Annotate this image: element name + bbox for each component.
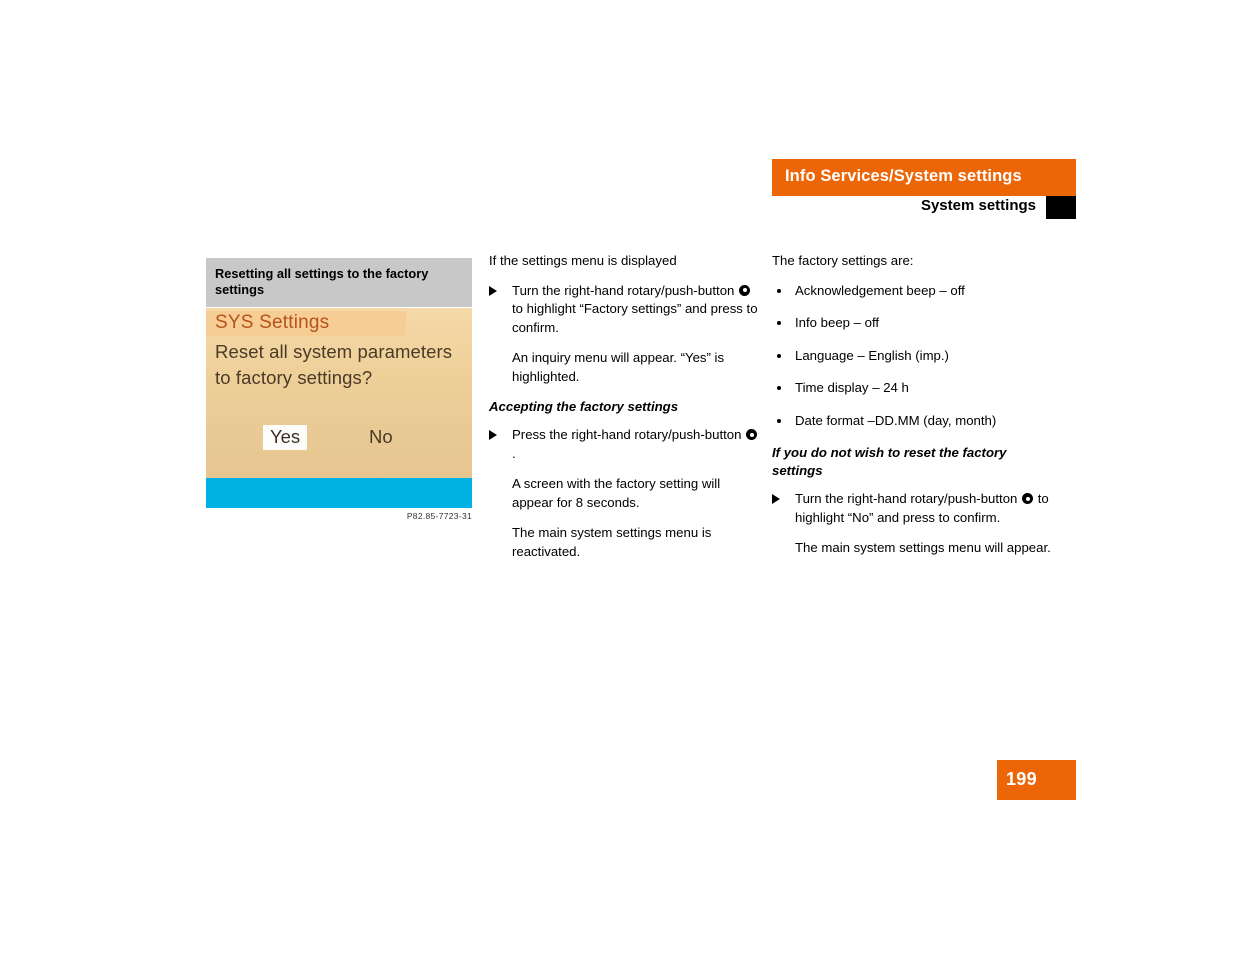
bullet-dot-icon: [777, 321, 781, 325]
bullet-dot-icon: [777, 386, 781, 390]
list-item-label: Acknowledgement beep – off: [795, 282, 965, 298]
middle-step-1: Turn the right-hand rotary/push-button t…: [489, 282, 761, 338]
right-subheading: If you do not wish to reset the factory …: [772, 445, 1007, 478]
middle-step-2: Press the right-hand rotary/push-button …: [489, 426, 761, 463]
list-item-label: Info beep – off: [795, 315, 880, 330]
sys-screen-no-button[interactable]: No: [369, 426, 393, 448]
page-number: 199: [1006, 769, 1037, 789]
sys-screen-yes-button[interactable]: Yes: [263, 425, 308, 450]
list-item-label: Language – English (imp.): [795, 347, 949, 363]
sys-settings-screen-figure: SYS Settings Reset all system parameters…: [206, 308, 472, 508]
rotary-push-button-icon: [739, 284, 751, 296]
sys-screen-bottom-bar: [206, 478, 472, 508]
bullet-dot-icon: [777, 288, 781, 293]
right-column: The factory settings are: Acknowledgemen…: [772, 252, 1052, 570]
bullet-dot-icon: [777, 353, 781, 358]
list-item: Language – English (imp.): [772, 347, 1052, 366]
right-intro-text: The factory settings are:: [772, 253, 914, 268]
middle-subheading: Accepting the factory settings: [489, 399, 679, 414]
right-step-1-text-part1: Turn the right-hand rotary/push-button: [795, 491, 1018, 506]
list-item: Info beep – off: [772, 314, 1052, 333]
right-step-1: Turn the right-hand rotary/push-button t…: [772, 490, 1052, 527]
section-heading-text: Resetting all settings to the factory se…: [215, 266, 429, 297]
right-step-1-note: The main system settings menu will appea…: [795, 540, 1051, 555]
factory-settings-list: Acknowledgement beep – off Info beep – o…: [772, 282, 1052, 431]
middle-step-1-note: An inquiry menu will appear. “Yes” is hi…: [512, 350, 725, 384]
triangle-bullet-icon: [772, 494, 780, 504]
sys-screen-yes-label: Yes: [270, 426, 301, 447]
rotary-push-button-icon: [746, 429, 758, 440]
list-item-label: Date format –DD.MM (day, month): [795, 412, 997, 428]
section-tab-marker: [1046, 196, 1076, 219]
list-item: Date format –DD.MM (day, month): [772, 412, 1052, 431]
middle-step-2-note-1: A screen with the factory setting will a…: [512, 476, 721, 510]
middle-intro-text: If the settings menu is displayed: [489, 253, 677, 268]
bullet-dot-icon: [777, 418, 781, 423]
page-header-subsection: System settings: [772, 196, 1076, 219]
figure-caption: P82.85-7723-31: [406, 511, 472, 521]
page-subsection-title: System settings: [920, 197, 1036, 214]
rotary-push-button-icon: [1022, 493, 1034, 504]
middle-step-2-note-2: The main system settings menu is reactiv…: [512, 525, 712, 559]
page-header-title: Info Services/System settings: [785, 167, 1022, 185]
sys-screen-title: SYS Settings: [215, 312, 330, 333]
list-item: Acknowledgement beep – off: [772, 282, 1052, 301]
middle-step-1-text-part1: Turn the right-hand rotary/push-button: [512, 282, 735, 298]
page-header-bar: Info Services/System settings: [772, 159, 1076, 196]
middle-step-1-text-part2: to highlight “Factory settings” and pres…: [512, 301, 758, 335]
middle-column: If the settings menu is displayed Turn t…: [489, 252, 761, 573]
middle-step-2-text-part1: Press the right-hand rotary/push-button: [512, 427, 742, 442]
triangle-bullet-icon: [489, 285, 497, 296]
list-item-label: Time display – 24 h: [795, 380, 909, 395]
left-column: Resetting all settings to the factory se…: [206, 258, 472, 307]
sys-screen-prompt-text: Reset all system parameters to factory s…: [215, 341, 453, 388]
triangle-bullet-icon: [489, 430, 497, 440]
middle-step-2-text-part2: .: [512, 445, 516, 461]
section-heading-box: Resetting all settings to the factory se…: [206, 258, 472, 307]
page-number-box: 199: [997, 760, 1076, 800]
list-item: Time display – 24 h: [772, 379, 1052, 398]
